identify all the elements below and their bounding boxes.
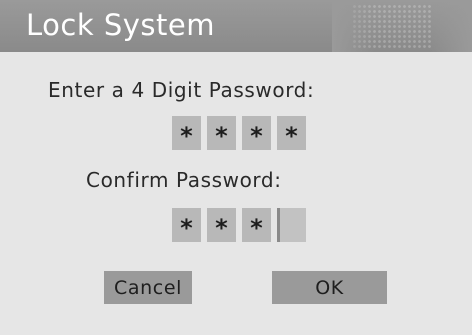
password-entry-field[interactable]: * * * * bbox=[172, 116, 306, 150]
password-digit-3[interactable]: * bbox=[242, 116, 271, 150]
password-digit-1[interactable]: * bbox=[172, 116, 201, 150]
confirm-digit-1[interactable]: * bbox=[172, 208, 201, 242]
confirm-digit-4-cursor[interactable] bbox=[277, 208, 306, 242]
confirm-password-label: Confirm Password: bbox=[86, 168, 282, 192]
confirm-password-field[interactable]: * * * bbox=[172, 208, 306, 242]
dialog-title: Lock System bbox=[26, 8, 215, 42]
cancel-button[interactable]: Cancel bbox=[104, 271, 192, 304]
lock-system-dialog: Lock System Enter a 4 Digit Password: * … bbox=[0, 0, 472, 335]
password-digit-4[interactable]: * bbox=[277, 116, 306, 150]
title-bar-dot-fade bbox=[332, 0, 472, 52]
password-digit-2[interactable]: * bbox=[207, 116, 236, 150]
confirm-digit-2[interactable]: * bbox=[207, 208, 236, 242]
title-bar: Lock System bbox=[0, 0, 472, 52]
ok-button[interactable]: OK bbox=[272, 271, 387, 304]
enter-password-label: Enter a 4 Digit Password: bbox=[48, 78, 315, 102]
confirm-digit-3[interactable]: * bbox=[242, 208, 271, 242]
